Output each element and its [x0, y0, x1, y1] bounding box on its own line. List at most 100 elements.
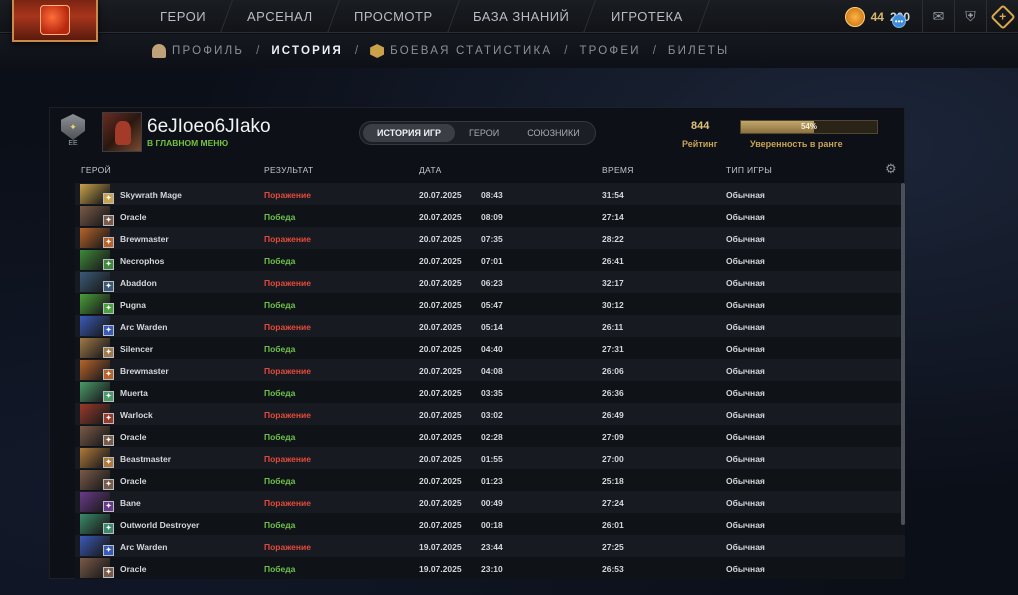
table-row[interactable]: ✦ Pugna Победа 20.07.2025 05:47 30:12 Обычная	[75, 293, 905, 315]
match-result: Поражение	[264, 234, 311, 244]
match-date: 19.07.2025	[419, 564, 462, 574]
match-duration: 27:09	[602, 432, 624, 442]
gear-icon[interactable]: ⚙	[885, 161, 897, 177]
match-duration: 26:01	[602, 520, 624, 530]
table-row[interactable]: ✦ Brewmaster Поражение 20.07.2025 07:35 28:22…	[75, 227, 905, 249]
match-date: 20.07.2025	[419, 256, 462, 266]
nav-arcade[interactable]: ИГРОТЕКА	[584, 0, 710, 33]
nav-watch[interactable]: ПРОСМОТР	[327, 0, 460, 33]
column-header-result[interactable]: РЕЗУЛЬТАТ	[264, 165, 313, 175]
match-time: 05:14	[481, 322, 503, 332]
chat-button[interactable]: ✉	[922, 0, 954, 33]
game-type: Обычная	[726, 454, 765, 464]
confidence-bar: 54%	[740, 120, 878, 134]
table-row[interactable]: ✦ Oracle Победа 20.07.2025 08:09 27:14 Обычная	[75, 205, 905, 227]
match-duration: 25:18	[602, 476, 624, 486]
battle-stats-icon	[370, 44, 385, 58]
game-type: Обычная	[726, 322, 765, 332]
table-row[interactable]: ✦ Necrophos Победа 20.07.2025 07:01 26:41 Обыч…	[75, 249, 905, 271]
facet-icon: ✦	[103, 435, 114, 446]
table-row[interactable]: ✦ Skywrath Mage Поражение 20.07.2025 08:43 31…	[75, 183, 905, 205]
subnav-profile[interactable]: ПРОФИЛЬ	[172, 45, 244, 57]
match-date: 20.07.2025	[419, 498, 462, 508]
match-time: 01:23	[481, 476, 503, 486]
tab-allies[interactable]: СОЮЗНИКИ	[513, 124, 594, 142]
subnav-history[interactable]: ИСТОРИЯ	[271, 45, 343, 57]
table-row[interactable]: ✦ Brewmaster Поражение 20.07.2025 04:08 26:06…	[75, 359, 905, 381]
hero-portrait: ✦	[80, 184, 114, 204]
hero-portrait: ✦	[80, 558, 114, 578]
match-time: 07:01	[481, 256, 503, 266]
dota-logo-button[interactable]	[12, 0, 98, 42]
game-type: Обычная	[726, 542, 765, 552]
subnav-tickets[interactable]: БИЛЕТЫ	[668, 45, 729, 57]
match-date: 20.07.2025	[419, 322, 462, 332]
match-date: 20.07.2025	[419, 366, 462, 376]
match-result: Поражение	[264, 542, 311, 552]
table-row[interactable]: ✦ Abaddon Поражение 20.07.2025 06:23 32:17 Обы…	[75, 271, 905, 293]
table-row[interactable]: ✦ Oracle Победа 19.07.2025 23:10 26:53 Обычная	[75, 557, 905, 579]
chat-bubble-icon[interactable]: •••	[892, 14, 906, 28]
table-row[interactable]: ✦ Oracle Победа 20.07.2025 01:23 25:18 Обычная	[75, 469, 905, 491]
rating-value: 844	[691, 120, 710, 132]
facet-icon: ✦	[103, 193, 114, 204]
nav-knowledge-base[interactable]: БАЗА ЗНАНИЙ	[447, 0, 597, 33]
nav-arsenal[interactable]: АРСЕНАЛ	[221, 0, 340, 33]
subnav-trophies[interactable]: ТРОФЕИ	[579, 45, 640, 57]
match-date: 20.07.2025	[419, 432, 462, 442]
table-row[interactable]: ✦ Outworld Destroyer Победа 20.07.2025 00:18…	[75, 513, 905, 535]
match-duration: 26:11	[602, 322, 624, 332]
hero-name: Necrophos	[120, 256, 165, 266]
column-header-hero[interactable]: ГЕРОЙ	[81, 165, 111, 175]
game-type: Обычная	[726, 278, 765, 288]
armory-button[interactable]: ⛨	[954, 0, 986, 33]
match-time: 05:47	[481, 300, 503, 310]
match-duration: 26:41	[602, 256, 624, 266]
rank-medal[interactable]: ✦ ЕЕ	[60, 114, 86, 148]
column-header-date[interactable]: ДАТА	[419, 165, 442, 175]
table-row[interactable]: ✦ Beastmaster Поражение 20.07.2025 01:55 27:0…	[75, 447, 905, 469]
hero-name: Arc Warden	[120, 322, 168, 332]
match-duration: 27:14	[602, 212, 624, 222]
hero-portrait: ✦	[80, 426, 114, 446]
column-header-game-type[interactable]: ТИП ИГРЫ	[726, 165, 772, 175]
match-time: 23:44	[481, 542, 503, 552]
match-duration: 27:00	[602, 454, 624, 464]
match-duration: 32:17	[602, 278, 624, 288]
scrollbar[interactable]	[901, 183, 905, 525]
table-row[interactable]: ✦ Arc Warden Поражение 19.07.2025 23:44 27:25…	[75, 535, 905, 557]
match-date: 20.07.2025	[419, 212, 462, 222]
table-row[interactable]: ✦ Bane Поражение 20.07.2025 00:49 27:24 Обычна…	[75, 491, 905, 513]
match-result: Поражение	[264, 278, 311, 288]
column-header-duration[interactable]: ВРЕМЯ	[602, 165, 634, 175]
match-date: 20.07.2025	[419, 410, 462, 420]
main-nav: ГЕРОИ АРСЕНАЛ ПРОСМОТР БАЗА ЗНАНИЙ ИГРОТ…	[133, 0, 710, 33]
game-type: Обычная	[726, 410, 765, 420]
nav-heroes[interactable]: ГЕРОИ	[133, 0, 234, 33]
facet-icon: ✦	[103, 391, 114, 402]
table-row[interactable]: ✦ Silencer Победа 20.07.2025 04:40 27:31 Обычн…	[75, 337, 905, 359]
facet-icon: ✦	[103, 215, 114, 226]
game-type: Обычная	[726, 432, 765, 442]
game-type: Обычная	[726, 476, 765, 486]
tab-heroes[interactable]: ГЕРОИ	[455, 124, 513, 142]
avatar[interactable]	[102, 112, 142, 152]
table-row[interactable]: ✦ Warlock Поражение 20.07.2025 03:02 26:49 Обы…	[75, 403, 905, 425]
hero-portrait: ✦	[80, 448, 114, 468]
tab-match-history[interactable]: ИСТОРИЯ ИГР	[363, 124, 456, 142]
match-duration: 28:22	[602, 234, 624, 244]
match-result: Поражение	[264, 498, 311, 508]
mail-icon: ✉	[932, 8, 945, 24]
facet-icon: ✦	[103, 303, 114, 314]
currency-a-value: 44	[870, 9, 884, 24]
table-row[interactable]: ✦ Oracle Победа 20.07.2025 02:28 27:09 Обычная	[75, 425, 905, 447]
subnav-battle-stats[interactable]: БОЕВАЯ СТАТИСТИКА	[390, 45, 552, 57]
table-row[interactable]: ✦ Muerta Победа 20.07.2025 03:35 26:36 Обычная	[75, 381, 905, 403]
facet-icon: ✦	[103, 567, 114, 578]
table-row[interactable]: ✦ Arc Warden Поражение 20.07.2025 05:14 26:11…	[75, 315, 905, 337]
hero-name: Arc Warden	[120, 542, 168, 552]
dota-plus-button[interactable]: +	[986, 0, 1018, 33]
confidence-percent: 54%	[800, 122, 817, 131]
facet-icon: ✦	[103, 325, 114, 336]
match-time: 04:08	[481, 366, 503, 376]
